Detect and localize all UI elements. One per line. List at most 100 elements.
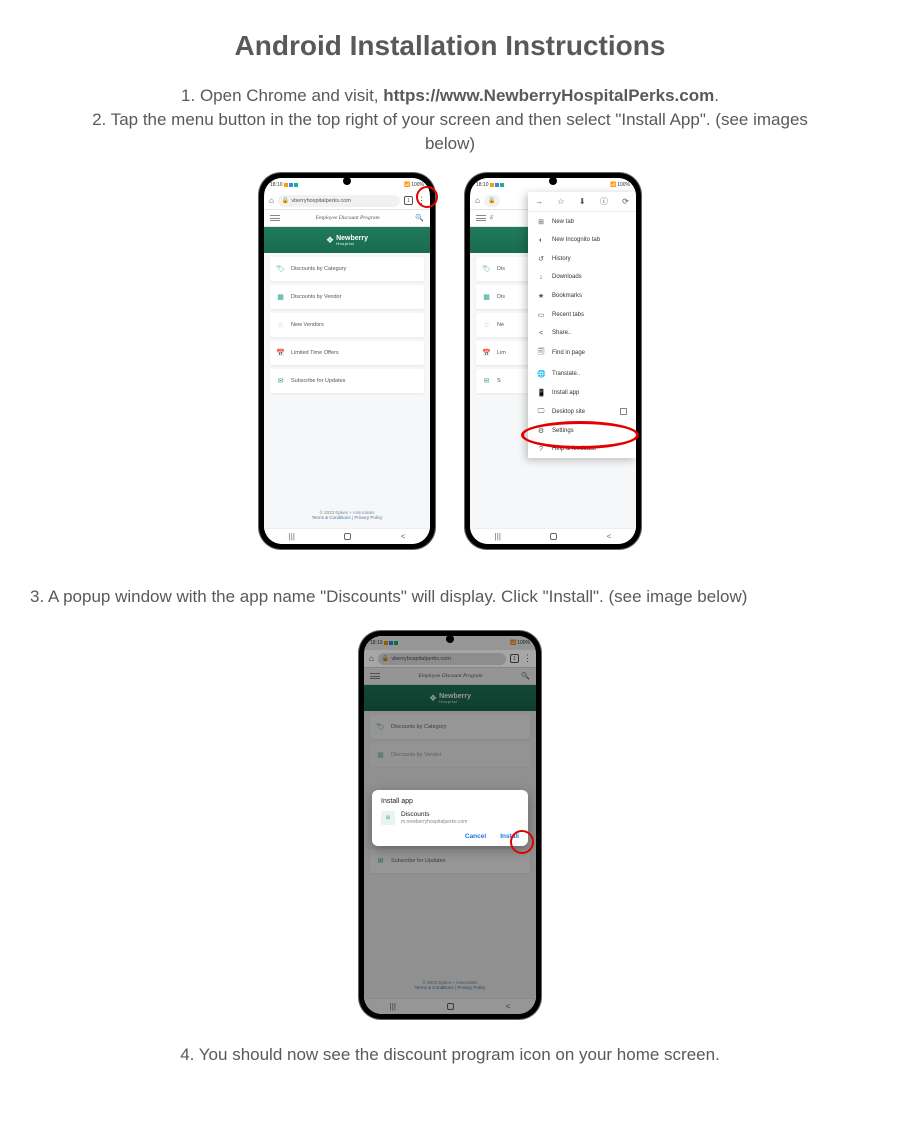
camera-notch [549, 177, 557, 185]
dialog-app-url: m.newberryhospitalperks.com [401, 819, 467, 825]
chrome-menu-new-tab[interactable]: ⊞ New tab [528, 212, 636, 231]
star-icon: ☆ [276, 321, 285, 330]
kebab-menu-icon[interactable]: ⋮ [417, 196, 425, 205]
phone-3: 18:10 📶100% ⌂ 🔒vberryhospitalperks.com 1… [359, 631, 541, 1019]
plus-icon: ⊞ [537, 218, 545, 226]
footer-terms-link[interactable]: Terms & Conditions [312, 515, 351, 520]
lock-icon: 🔒 [488, 197, 495, 204]
hamburger-icon[interactable] [476, 215, 486, 221]
chrome-menu-find[interactable]: 🗐Find in page [528, 342, 636, 364]
phone-2: 18:10 📶100% ⌂ 🔒 E 🏷Dis ▦Dis ☆Ne 📅Lim ✉S [465, 173, 641, 549]
mail-icon: ✉ [482, 377, 491, 386]
home-icon[interactable]: ⌂ [269, 196, 274, 205]
tabs-icon[interactable]: 1 [404, 196, 413, 205]
intro-text: 1. Open Chrome and visit, https://www.Ne… [90, 84, 810, 155]
install-app-dialog: Install app ⊞ Discounts m.newberryhospit… [372, 790, 528, 846]
forward-icon[interactable]: → [535, 197, 543, 206]
menu-label: Limited Time Offers [291, 350, 339, 356]
chrome-menu-help[interactable]: ? Help & feedback [528, 440, 636, 458]
dialog-install-button[interactable]: Install [500, 833, 519, 840]
status-battery: 100% [411, 182, 424, 188]
chrome-menu-settings[interactable]: ⚙ Settings [528, 421, 636, 440]
history-icon: ↺ [537, 255, 545, 263]
app-icon: ⊞ [381, 811, 395, 825]
grid-icon: ▦ [276, 293, 285, 302]
gear-icon: ⚙ [537, 427, 545, 435]
step3-text: 3. A popup window with the app name "Dis… [0, 587, 900, 607]
chrome-menu-recent[interactable]: ▭Recent tabs [528, 305, 636, 324]
tabs-icon: ▭ [537, 311, 545, 319]
back-button-icon[interactable]: < [607, 532, 612, 541]
brand-sub: Hospital [336, 242, 368, 246]
chrome-menu-share[interactable]: <Share.. [528, 324, 636, 342]
desktop-icon: 🖵 [537, 408, 545, 416]
menu-label: Dis [497, 294, 505, 300]
home-button-icon[interactable] [344, 533, 351, 540]
menu-label: Dis [497, 266, 505, 272]
dialog-app-name: Discounts [401, 811, 467, 819]
search-icon[interactable]: 🔍 [415, 214, 424, 222]
menu-label: Lim [497, 350, 506, 356]
url-field[interactable]: 🔒 [484, 195, 500, 207]
home-icon[interactable]: ⌂ [475, 196, 480, 205]
chrome-menu-incognito[interactable]: ◐New Incognito tab [528, 231, 636, 249]
menu-new-vendors[interactable]: ☆ New Vendors [270, 313, 424, 337]
phones-row-1: 18:10 📶100% ⌂ 🔒vberryhospitalperks.com 1… [0, 173, 900, 549]
footer-privacy-link[interactable]: Privacy Policy [354, 515, 382, 520]
download-icon: ↓ [537, 274, 545, 281]
step4-text: 4. You should now see the discount progr… [0, 1045, 900, 1065]
menu-label: New tab [552, 219, 574, 225]
site-header: Employee Discount Program 🔍 [264, 210, 430, 227]
tag-icon: 🏷 [482, 265, 491, 274]
menu-label: Subscribe for Updates [291, 378, 345, 384]
menu-label: Share.. [552, 330, 571, 336]
dialog-cancel-button[interactable]: Cancel [465, 833, 486, 840]
chrome-menu-bookmarks[interactable]: ★Bookmarks [528, 286, 636, 305]
menu-discounts-category[interactable]: 🏷 Discounts by Category [270, 257, 424, 281]
home-button-icon[interactable] [550, 533, 557, 540]
menu-label: Bookmarks [552, 293, 582, 299]
step2-text: 2. Tap the menu button in the top right … [92, 110, 808, 153]
hamburger-icon[interactable] [270, 215, 280, 221]
site-title: Employee Discount Program [316, 215, 380, 221]
page-title: Android Installation Instructions [0, 30, 900, 62]
chrome-menu-downloads[interactable]: ↓ Downloads [528, 268, 636, 286]
chrome-menu-desktop[interactable]: 🖵Desktop site [528, 402, 636, 421]
recent-apps-icon[interactable]: ||| [289, 532, 295, 541]
chrome-menu-history[interactable]: ↺ History [528, 249, 636, 268]
bookmark-star-icon[interactable]: ☆ [557, 197, 564, 206]
info-icon[interactable]: ⓘ [600, 196, 608, 207]
translate-icon: 🌐 [537, 370, 545, 378]
menu-label: Find in page [552, 350, 585, 356]
calendar-icon: 📅 [482, 349, 491, 358]
menu-label: Settings [552, 428, 574, 434]
menu-label: Translate.. [552, 371, 580, 377]
menu-label: Downloads [552, 274, 582, 280]
menu-subscribe[interactable]: ✉Subscribe for Updates [270, 369, 424, 393]
chrome-overflow-menu: → ☆ ⬇ ⓘ ⟳ ⊞ New tab ◐New Incognito tab ↺ H… [528, 192, 636, 458]
tag-icon: 🏷 [276, 265, 285, 274]
site-footer: © 2023 Epkes + Associates Terms & Condit… [270, 504, 424, 524]
url-text: vberryhospitalperks.com [291, 198, 351, 204]
camera-notch [343, 177, 351, 185]
menu-label: New Vendors [291, 322, 324, 328]
menu-label: Help & feedback [552, 446, 596, 452]
recent-apps-icon[interactable]: ||| [495, 532, 501, 541]
back-button-icon[interactable]: < [401, 532, 406, 541]
download-icon[interactable]: ⬇ [579, 197, 586, 206]
menu-limited-time[interactable]: 📅Limited Time Offers [270, 341, 424, 365]
chrome-menu-install-app[interactable]: 📱Install app [528, 383, 636, 402]
url-field[interactable]: 🔒vberryhospitalperks.com [278, 195, 400, 207]
help-icon: ? [537, 446, 545, 453]
checkbox-icon[interactable] [620, 408, 627, 415]
menu-label: Discounts by Category [291, 266, 346, 272]
status-time: 18:10 [476, 182, 489, 188]
menu-discounts-vendor[interactable]: ▦Discounts by Vendor [270, 285, 424, 309]
install-icon: 📱 [537, 389, 545, 397]
chrome-menu-translate[interactable]: 🌐 Translate.. [528, 364, 636, 383]
menu-label: History [552, 256, 571, 262]
status-battery: 100% [617, 182, 630, 188]
reload-icon[interactable]: ⟳ [622, 197, 629, 206]
android-nav-bar: ||| < [470, 528, 636, 544]
step1-suffix: . [714, 86, 719, 105]
